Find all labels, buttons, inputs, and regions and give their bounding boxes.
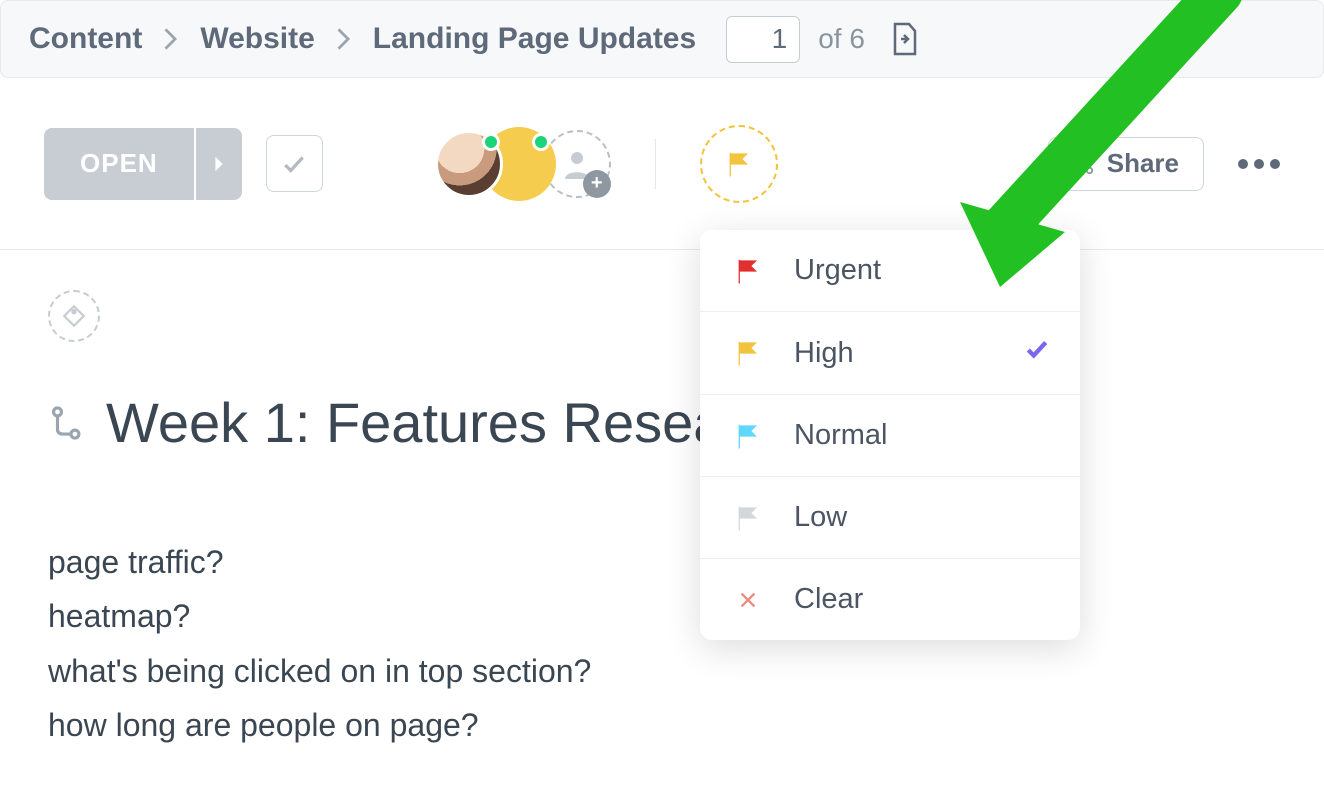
- presence-dot: [532, 133, 550, 151]
- add-tag-button[interactable]: [48, 290, 100, 342]
- option-label: Urgent: [794, 254, 881, 287]
- breadcrumb-item-1[interactable]: Website: [200, 22, 314, 56]
- priority-option-urgent[interactable]: Urgent: [700, 230, 1080, 312]
- priority-option-normal[interactable]: Normal: [700, 395, 1080, 477]
- task-description[interactable]: page traffic? heatmap? what's being clic…: [48, 535, 1276, 753]
- close-icon: [730, 589, 766, 611]
- avatar[interactable]: [435, 130, 503, 198]
- option-label: Low: [794, 501, 847, 534]
- flag-icon: [730, 338, 766, 368]
- status-button-group: OPEN: [44, 128, 242, 200]
- task-title[interactable]: Week 1: Features Resea: [106, 390, 724, 455]
- share-label: Share: [1107, 148, 1179, 179]
- option-label: Clear: [794, 583, 863, 616]
- body-line: heatmap?: [48, 589, 1276, 643]
- breadcrumb-item-2[interactable]: Landing Page Updates: [373, 22, 696, 56]
- chevron-right-icon: [164, 28, 178, 50]
- share-button[interactable]: Share: [1048, 137, 1204, 191]
- body-line: page traffic?: [48, 535, 1276, 589]
- breadcrumb-item-0[interactable]: Content: [29, 22, 142, 56]
- next-task-icon[interactable]: [889, 22, 919, 56]
- flag-icon: [730, 421, 766, 451]
- option-label: High: [794, 337, 854, 370]
- priority-option-clear[interactable]: Clear: [700, 559, 1080, 640]
- flag-icon: [730, 256, 766, 286]
- priority-option-low[interactable]: Low: [700, 477, 1080, 559]
- priority-button[interactable]: [700, 125, 778, 203]
- page-number-input[interactable]: [726, 16, 800, 63]
- flag-icon: [730, 503, 766, 533]
- presence-dot: [482, 133, 500, 151]
- page-total-label: of 6: [818, 23, 865, 55]
- body-line: how long are people on page?: [48, 698, 1276, 752]
- plus-icon: +: [583, 170, 611, 198]
- divider: [655, 139, 656, 189]
- complete-button[interactable]: [266, 135, 323, 192]
- task-toolbar: OPEN + Share: [0, 78, 1324, 250]
- option-label: Normal: [794, 419, 887, 452]
- body-line: what's being clicked on in top section?: [48, 644, 1276, 698]
- status-caret-button[interactable]: [196, 128, 242, 200]
- status-button[interactable]: OPEN: [44, 128, 194, 200]
- more-menu-button[interactable]: [1238, 159, 1280, 169]
- assignees: +: [435, 130, 611, 198]
- chevron-right-icon: [337, 28, 351, 50]
- breadcrumb-bar: Content Website Landing Page Updates of …: [0, 0, 1324, 78]
- priority-dropdown: Urgent High Normal Low Clear: [700, 230, 1080, 640]
- subtask-icon: [48, 404, 86, 442]
- task-content: Week 1: Features Resea page traffic? hea…: [0, 250, 1324, 793]
- check-icon: [1024, 336, 1050, 370]
- priority-option-high[interactable]: High: [700, 312, 1080, 395]
